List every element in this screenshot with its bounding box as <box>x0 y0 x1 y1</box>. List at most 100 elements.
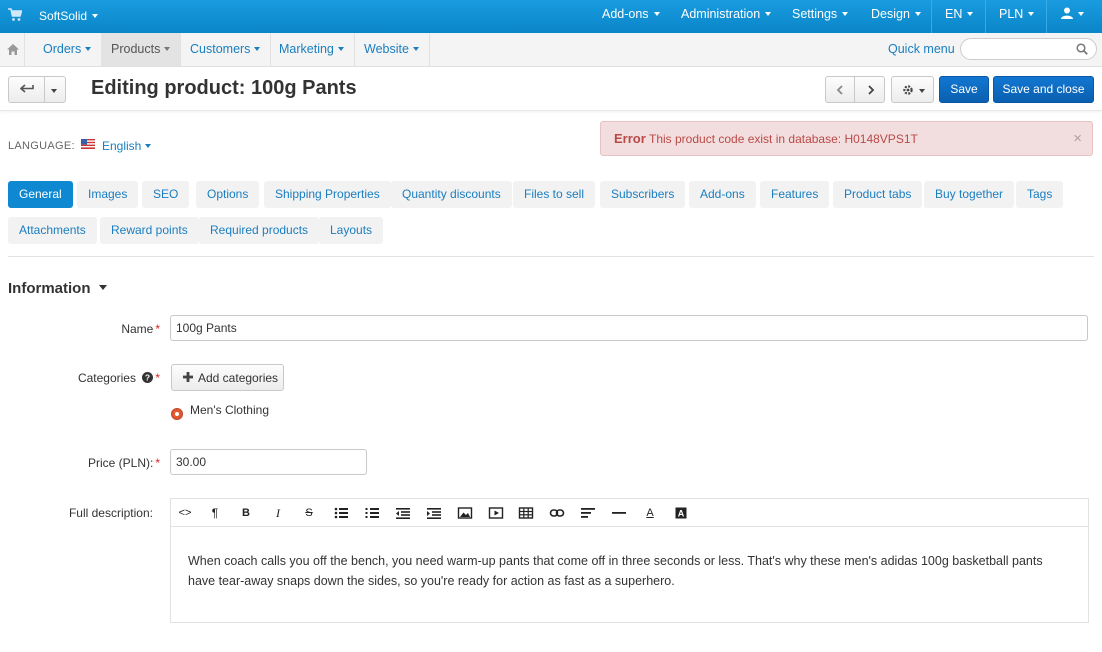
error-message: This product code exist in database: H01… <box>649 132 918 146</box>
category-marker-icon[interactable] <box>171 408 183 420</box>
chevron-down-icon <box>98 285 107 291</box>
tab-addons[interactable]: Add-ons <box>689 181 756 208</box>
label-text: Name <box>121 322 154 336</box>
section-title: Information <box>8 280 91 297</box>
outdent-icon[interactable] <box>395 505 411 521</box>
tab-images[interactable]: Images <box>77 181 139 208</box>
search-icon[interactable] <box>1076 43 1088 55</box>
add-categories-button[interactable]: Add categories <box>171 364 284 391</box>
save-and-close-button[interactable]: Save and close <box>993 76 1094 103</box>
cart-icon[interactable] <box>8 8 22 22</box>
menu-label: Design <box>871 7 910 21</box>
chevron-right-icon <box>868 85 875 95</box>
button-label: Add categories <box>198 371 279 385</box>
prev-product-button[interactable] <box>826 77 855 102</box>
chevron-down-icon <box>914 11 921 16</box>
description-label: Full description: <box>68 506 153 520</box>
numbered-list-icon[interactable] <box>364 505 380 521</box>
menu-administration[interactable]: Administration <box>681 0 772 33</box>
chevron-down-icon <box>919 89 925 93</box>
nav-orders[interactable]: Orders <box>33 33 103 66</box>
divider <box>985 0 986 33</box>
tab-attachments[interactable]: Attachments <box>8 217 97 244</box>
horizontal-rule-icon[interactable] <box>611 505 627 521</box>
tab-subscribers[interactable]: Subscribers <box>600 181 686 208</box>
tab-options[interactable]: Options <box>196 181 260 208</box>
chevron-down-icon <box>85 46 92 51</box>
name-label: Name * <box>60 322 160 336</box>
store-name: SoftSolid <box>39 9 88 23</box>
table-icon[interactable] <box>518 505 534 521</box>
quick-menu-link[interactable]: Quick menu <box>888 42 955 56</box>
tab-shipping-properties[interactable]: Shipping Properties <box>264 181 391 208</box>
home-button[interactable] <box>0 33 25 66</box>
tab-files-to-sell[interactable]: Files to sell <box>513 181 596 208</box>
tab-reward-points[interactable]: Reward points <box>100 217 199 244</box>
language-dropdown[interactable]: English <box>102 139 152 153</box>
main-nav: Orders Products Customers Marketing Webs… <box>0 33 1102 67</box>
nav-website[interactable]: Website <box>354 33 430 66</box>
link-icon[interactable] <box>549 505 565 521</box>
video-icon[interactable] <box>488 505 504 521</box>
description-text[interactable]: When coach calls you off the bench, you … <box>188 551 1068 591</box>
nav-marketing[interactable]: Marketing <box>269 33 355 66</box>
chevron-down-icon <box>1028 11 1035 16</box>
user-icon <box>1061 7 1073 20</box>
chevron-down-icon <box>412 46 419 51</box>
chevron-down-icon <box>145 143 152 148</box>
label-text: Price (PLN): <box>87 456 154 470</box>
tab-quantity-discounts[interactable]: Quantity discounts <box>391 181 512 208</box>
strikethrough-icon[interactable]: S <box>301 505 317 521</box>
tab-features[interactable]: Features <box>760 181 830 208</box>
back-dropdown-button[interactable] <box>46 77 66 102</box>
save-button[interactable]: Save <box>939 76 989 103</box>
svg-text:A: A <box>678 509 685 519</box>
categories-label: Categories ? * <box>40 371 160 385</box>
background-color-icon[interactable]: A <box>673 505 689 521</box>
price-input[interactable]: 30.00 <box>170 449 367 475</box>
required-marker: * <box>155 371 160 385</box>
tab-buy-together[interactable]: Buy together <box>924 181 1015 208</box>
chevron-down-icon <box>1078 11 1084 16</box>
align-left-icon[interactable] <box>580 505 596 521</box>
language-selector[interactable]: EN <box>945 0 974 33</box>
nav-customers[interactable]: Customers <box>180 33 272 66</box>
section-information-toggle[interactable]: Information <box>8 280 107 297</box>
close-icon[interactable]: × <box>1073 130 1082 147</box>
tab-general[interactable]: General <box>8 181 73 208</box>
nav-label: Products <box>111 42 161 56</box>
chevron-left-icon <box>836 85 843 95</box>
help-icon[interactable]: ? <box>142 371 154 383</box>
bold-icon[interactable]: B <box>238 505 254 521</box>
nav-label: Website <box>364 42 409 56</box>
divider <box>931 0 932 33</box>
tab-layouts[interactable]: Layouts <box>319 217 384 244</box>
name-input[interactable]: 100g Pants <box>170 315 1088 341</box>
search-input[interactable] <box>971 39 1081 59</box>
tab-product-tabs[interactable]: Product tabs <box>833 181 923 208</box>
next-product-button[interactable] <box>856 77 885 102</box>
paragraph-icon[interactable]: ¶ <box>207 505 223 521</box>
tab-seo[interactable]: SEO <box>142 181 190 208</box>
store-selector[interactable]: SoftSolid <box>39 9 99 23</box>
settings-dropdown-button[interactable] <box>891 76 934 103</box>
tab-tags[interactable]: Tags <box>1016 181 1064 208</box>
back-button[interactable] <box>9 77 45 102</box>
currency-selector[interactable]: PLN <box>999 0 1035 33</box>
menu-settings[interactable]: Settings <box>792 0 849 33</box>
menu-addons[interactable]: Add-ons <box>602 0 660 33</box>
home-icon <box>7 44 19 55</box>
category-item: Men's Clothing <box>190 403 269 417</box>
menu-design[interactable]: Design <box>871 0 921 33</box>
indent-icon[interactable] <box>426 505 442 521</box>
nav-products[interactable]: Products <box>101 33 182 66</box>
price-label: Price (PLN): * <box>40 456 160 470</box>
code-view-icon[interactable]: <> <box>177 505 193 521</box>
tab-required-products[interactable]: Required products <box>199 217 320 244</box>
image-icon[interactable] <box>457 505 473 521</box>
svg-text:?: ? <box>145 372 150 382</box>
italic-icon[interactable]: I <box>270 505 286 521</box>
font-color-icon[interactable]: A <box>642 505 658 521</box>
bullet-list-icon[interactable] <box>333 505 349 521</box>
user-menu[interactable] <box>1061 0 1084 33</box>
